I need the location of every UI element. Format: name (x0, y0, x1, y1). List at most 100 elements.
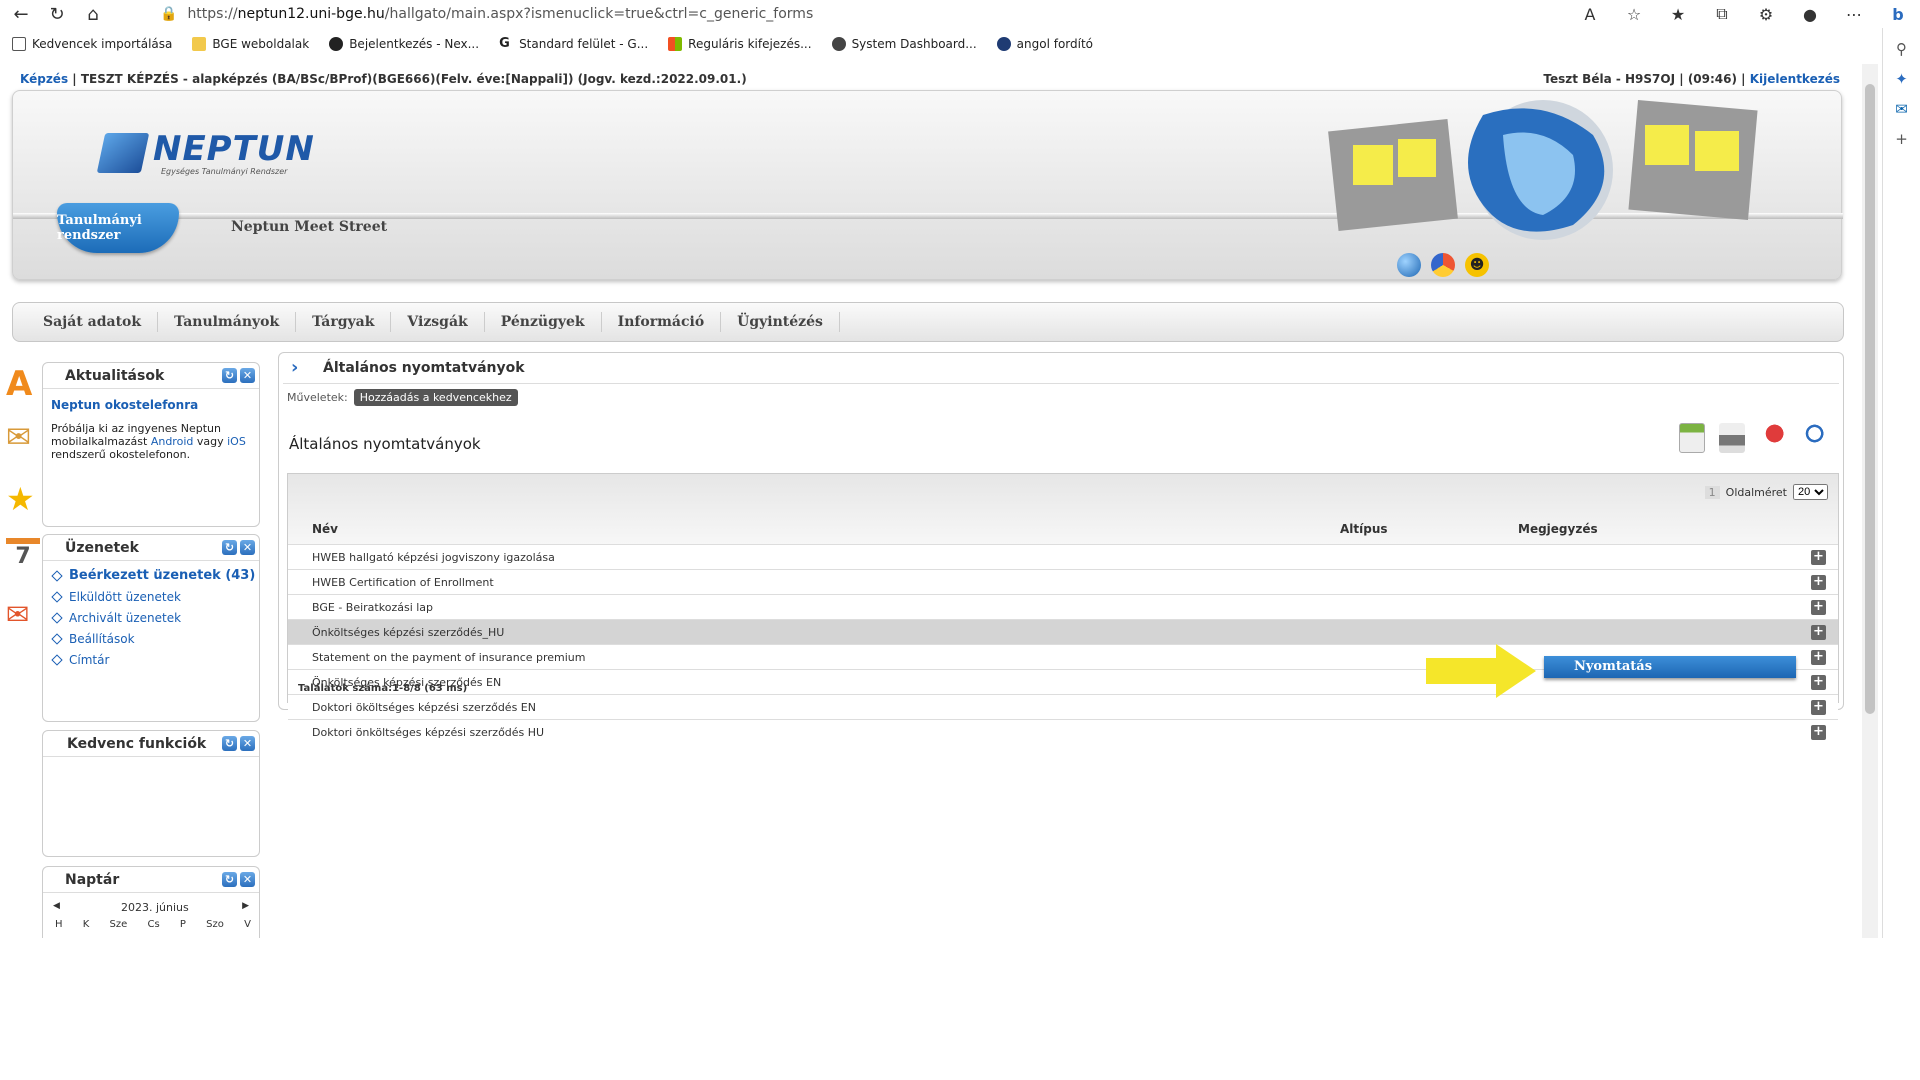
add-icon[interactable]: + (1883, 130, 1920, 148)
reload-icon[interactable]: ↻ (42, 0, 72, 28)
search-icon[interactable]: ⚲ (1883, 40, 1920, 58)
refresh-icon[interactable]: ↻ (222, 872, 237, 887)
windows-icon (668, 37, 683, 51)
news-box-title: Aktualitások (65, 367, 165, 384)
neptun-logo[interactable]: NEPTUN Egységes Tanulmányi Rendszer (96, 129, 321, 181)
session-timer: (09:46) (1687, 72, 1737, 86)
scrollbar-thumb[interactable] (1865, 84, 1875, 714)
training-link[interactable]: Képzés (20, 72, 68, 86)
refresh-icon[interactable]: ↻ (222, 540, 237, 555)
archived-link[interactable]: Archivált üzenetek (51, 611, 259, 625)
menu-subjects[interactable]: Tárgyak (296, 312, 392, 332)
print-icon[interactable] (1719, 423, 1745, 453)
prev-month-icon[interactable]: ◀ (53, 901, 60, 911)
close-icon[interactable]: ✕ (240, 736, 255, 751)
android-link[interactable]: Android (151, 435, 194, 448)
expand-icon[interactable]: + (1811, 725, 1826, 740)
pin-icon[interactable] (1759, 423, 1785, 453)
sent-link[interactable]: Elküldött üzenetek (51, 590, 259, 604)
bing-icon[interactable]: b (1876, 5, 1920, 24)
accessibility-icon[interactable]: ☻ (1465, 253, 1489, 277)
favorite-star-icon[interactable]: ☆ (1612, 5, 1656, 24)
more-icon[interactable]: ⋯ (1832, 5, 1876, 24)
session-bar: Képzés | TESZT KÉPZÉS - alapképzés (BA/B… (20, 72, 1840, 86)
inbox-link[interactable]: Beérkezett üzenetek (43) (51, 568, 259, 583)
shopping-icon[interactable]: ✦ (1883, 70, 1920, 88)
language-globe-icon[interactable] (1397, 253, 1421, 277)
expand-icon[interactable]: + (1811, 575, 1826, 590)
menu-information[interactable]: Információ (602, 312, 722, 332)
close-icon[interactable]: ✕ (240, 872, 255, 887)
url-field[interactable]: 🔒 https://neptun12.uni-bge.hu/hallgato/m… (160, 0, 813, 28)
back-icon[interactable]: ← (6, 0, 36, 28)
grid-title: Általános nyomtatványok (289, 435, 481, 453)
expand-icon[interactable]: + (1811, 675, 1826, 690)
settings-link[interactable]: Beállítások (51, 632, 259, 646)
menu-studies[interactable]: Tanulmányok (158, 312, 297, 332)
bookmark-item[interactable]: System Dashboard... (831, 37, 977, 51)
favorites-icon[interactable]: ★ (1656, 5, 1700, 24)
tab-meet-street[interactable]: Neptun Meet Street (231, 219, 387, 235)
print-menu-item[interactable]: Nyomtatás (1544, 656, 1796, 678)
table-row[interactable]: HWEB Certification of Enrollment + (288, 569, 1838, 594)
bookmark-item[interactable]: angol fordító (996, 37, 1093, 51)
directory-link[interactable]: Címtár (51, 653, 259, 667)
calendar-sidebar-icon[interactable]: 7 (6, 538, 40, 578)
close-icon[interactable]: ✕ (240, 540, 255, 555)
news-headline[interactable]: Neptun okostelefonra (51, 399, 251, 412)
table-row[interactable]: HWEB hallgató képzési jogviszony igazolá… (288, 544, 1838, 569)
logout-link[interactable]: Kijelentkezés (1750, 72, 1840, 86)
outlook-icon[interactable]: ✉ (1883, 100, 1920, 118)
diamond-icon (51, 569, 63, 582)
edge-sidebar: ⚲ ✦ ✉ + (1882, 28, 1920, 938)
table-row-selected[interactable]: Önköltséges képzési szerződés_HU + (288, 619, 1838, 644)
collections-icon[interactable]: ⧉ (1700, 4, 1744, 24)
menu-own-data[interactable]: Saját adatok (27, 312, 159, 332)
bookmark-item[interactable]: BGE weboldalak (192, 37, 309, 51)
page-title: Általános nyomtatványok (323, 360, 525, 376)
menu-administration[interactable]: Ügyintézés (721, 312, 840, 332)
column-header-note[interactable]: Megjegyzés (1518, 522, 1598, 536)
bookmark-item[interactable]: Reguláris kifejezés... (668, 37, 812, 51)
expand-icon[interactable]: + (1811, 700, 1826, 715)
export-xls-icon[interactable] (1679, 423, 1705, 453)
diamond-icon (51, 612, 63, 624)
column-header-subtype[interactable]: Altípus (1340, 522, 1388, 536)
color-theme-icon[interactable] (1431, 253, 1455, 277)
column-header-name[interactable]: Név (312, 522, 338, 536)
table-row[interactable]: Doktori ököltséges képzési szerződés EN + (288, 694, 1838, 719)
close-icon[interactable]: ✕ (240, 368, 255, 383)
expand-icon[interactable]: + (1811, 600, 1826, 615)
table-row[interactable]: Doktori önköltséges képzési szerződés HU… (288, 719, 1838, 744)
extensions-icon[interactable]: ⚙ (1744, 5, 1788, 24)
expand-icon[interactable]: + (1811, 550, 1826, 565)
menu-finances[interactable]: Pénzügyek (485, 312, 602, 332)
page-number[interactable]: 1 (1704, 485, 1720, 499)
news-sidebar-icon[interactable]: A (6, 364, 40, 404)
bookmark-item[interactable]: Bejelentkezés - Nex... (329, 37, 479, 51)
home-icon[interactable]: ⌂ (78, 0, 108, 28)
expand-icon[interactable]: + (1811, 650, 1826, 665)
refresh-icon[interactable]: ↻ (222, 368, 237, 383)
page-size-select[interactable]: 20 (1793, 484, 1828, 500)
ios-link[interactable]: iOS (227, 435, 246, 448)
grid-tools (1679, 423, 1825, 453)
table-row[interactable]: BGE - Beiratkozási lap + (288, 594, 1838, 619)
neptun-page: Képzés | TESZT KÉPZÉS - alapképzés (BA/B… (0, 64, 1860, 938)
next-month-icon[interactable]: ▶ (242, 901, 249, 911)
messages-sidebar-icon[interactable]: ✉ (6, 420, 40, 460)
bookmark-item[interactable]: G Standard felület - G... (499, 37, 648, 52)
chat-sidebar-icon[interactable]: ✉ (6, 598, 40, 638)
news-text: Próbálja ki az ingyenes Neptun mobilalka… (51, 422, 246, 461)
profile-icon[interactable]: ● (1788, 5, 1832, 24)
add-to-favorites-button[interactable]: Hozzáadás a kedvencekhez (353, 389, 518, 406)
expand-icon[interactable]: + (1811, 625, 1826, 640)
read-aloud-icon[interactable]: A (1568, 5, 1612, 24)
tab-study-system[interactable]: Tanulmányi rendszer (57, 203, 179, 253)
page-scrollbar[interactable] (1862, 64, 1878, 938)
favorites-sidebar-icon[interactable]: ★ (6, 480, 40, 520)
search-icon[interactable] (1799, 423, 1825, 453)
refresh-icon[interactable]: ↻ (222, 736, 237, 751)
menu-exams[interactable]: Vizsgák (391, 312, 485, 332)
bookmark-item[interactable]: Kedvencek importálása (12, 37, 172, 51)
